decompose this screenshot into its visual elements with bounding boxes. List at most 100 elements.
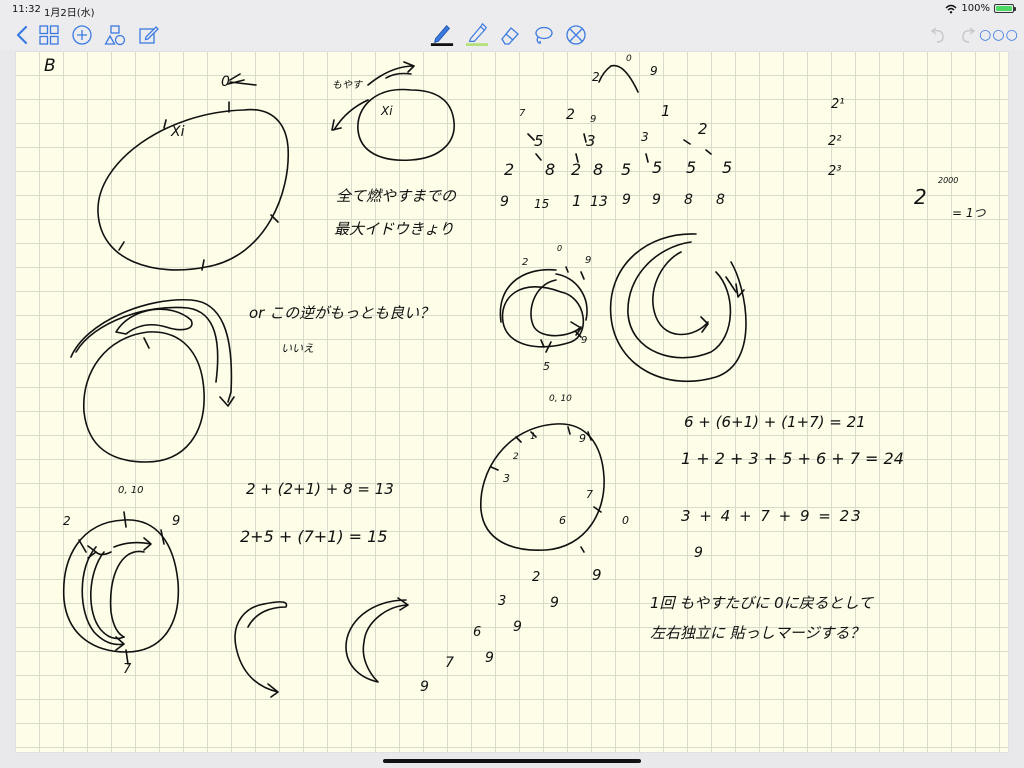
back-chevron-icon [16,25,28,45]
shapes-button[interactable] [103,23,127,47]
edit-button[interactable] [136,23,160,47]
status-bar: 11:32 1月2日(水) 100% [0,0,1024,20]
spiral-label-0: 0 [557,244,563,253]
jp-line-2: 最大イドウきょり [334,220,455,238]
bl-label-2: 2 [63,514,71,528]
stair-3: 9 [550,595,559,611]
stair-7: 7 [445,655,454,671]
sum-1: 6 + (6+1) + (1+7) = 21 [684,413,866,431]
undo-icon [930,27,944,43]
sum-3: 3 + 4 + 7 + 9 = 23 [681,507,863,525]
disable-tool[interactable] [564,23,588,47]
add-icon [72,25,92,45]
stair-5: 9 [513,619,522,635]
tree-r5-2: 1 [572,192,582,210]
jp-bottom-2: 左右独立に 貼っしマージする？ [650,624,865,642]
lasso-icon [535,26,553,44]
tree-r4-7: 5 [722,158,733,177]
ink-big-circle [97,108,290,271]
nine-below: 9 [694,545,703,561]
spiral-label-9b: 9 [581,335,588,346]
clock-label-7: 7 [586,488,593,501]
redo-icon [962,27,976,43]
power-rhs: = 1つ [952,206,986,220]
stair-6: 9 [485,650,494,666]
redo-button[interactable] [957,23,981,47]
ink-circle-3 [62,519,180,653]
tree-r5-6: 8 [684,192,693,208]
tree-l2-c: 9 [590,114,597,125]
toolbar: ○○○ [0,20,1024,50]
eraser-tool[interactable] [498,23,522,47]
clock-label-3: 3 [503,472,510,485]
clock-label-9: 9 [579,432,586,445]
tree-r4-0: 2 [504,160,515,179]
bl-label-top: 0, 10 [118,485,144,496]
top-zero-label: 0 [221,74,230,90]
undo-button[interactable] [925,23,949,47]
spiral-label-9a: 9 [585,255,592,266]
tree-l2-e: 2 [698,120,708,138]
tree-r5-3: 13 [590,194,608,210]
tree-r4-1: 8 [545,160,556,179]
pen-icon [430,25,454,46]
lasso-tool[interactable] [531,23,555,47]
status-right: 100% [945,3,1016,14]
jp-line-1: 全て燃やすまでの [336,187,457,205]
tree-r4-2: 2 [571,160,582,179]
pow-item-3: 2³ [828,164,842,179]
page-label: B [44,56,56,76]
eq-2: 2+5 + (7+1) = 15 [240,527,388,546]
stair-8: 9 [420,679,429,695]
tree-r5-7: 8 [716,192,725,208]
tree-l2-b: 2 [566,107,575,123]
tree-root-left: 2 [592,70,600,84]
jp-bottom-1: 1回 もやすたびに 0に戻るとして [650,594,874,612]
back-button[interactable] [10,23,34,47]
battery-icon [994,4,1016,13]
pen-tool[interactable] [430,20,454,48]
thumbnails-button[interactable] [37,23,61,47]
eq-1: 2 + (2+1) + 8 = 13 [246,480,394,498]
tree-l3-a: 5 [534,132,544,150]
ink-small-circle [357,88,455,162]
clock-label-0: 0 [622,514,629,527]
stair-2: 3 [498,594,507,609]
more-icon: ○○○ [979,27,1019,43]
wifi-icon [945,4,957,13]
sum-2: 1 + 2 + 3 + 5 + 6 + 7 = 24 [681,449,904,468]
tree-root-right: 9 [650,64,658,78]
more-button[interactable]: ○○○ [979,23,1018,47]
ink-strokes [62,61,747,698]
shapes-icon [104,25,126,46]
tree-r5-1: 15 [534,197,550,211]
note-canvas[interactable]: B 0 Xi もやす Xi 全て燃やすまでの 最大イドウきょり or この逆がも… [16,52,1008,752]
highlighter-icon [465,22,489,46]
clock-label-1: 1 [530,432,536,442]
small-top-label: もやす [332,80,362,91]
spiral-label-2: 2 [522,257,529,268]
bl-label-9: 9 [172,514,181,529]
clock-label-top: 0, 10 [549,394,572,404]
stair-0: 2 [532,570,541,585]
highlighter-tool[interactable] [465,20,489,48]
xi-label: Xi [171,124,185,140]
ink-circle-2 [83,331,205,463]
tree-root-mid: 0 [626,54,632,64]
power-base: 2 [914,185,927,209]
add-page-button[interactable] [70,23,94,47]
pow-item-1: 2¹ [831,97,845,112]
tree-l2-a: 7 [519,108,526,119]
power-exponent: 2000 [938,176,959,185]
battery-percent: 100% [961,3,990,14]
tree-r5-5: 9 [652,192,661,208]
tree-r5-4: 9 [622,192,631,208]
tree-r5-0: 9 [500,194,509,210]
clock-label-6: 6 [559,514,566,527]
tree-r4-3: 8 [593,160,604,179]
status-time: 11:32 [12,4,41,15]
tree-l2-d: 1 [661,102,671,120]
xi2-label: Xi [381,104,393,118]
disable-icon [566,25,586,45]
tree-r4-6: 5 [686,158,697,177]
